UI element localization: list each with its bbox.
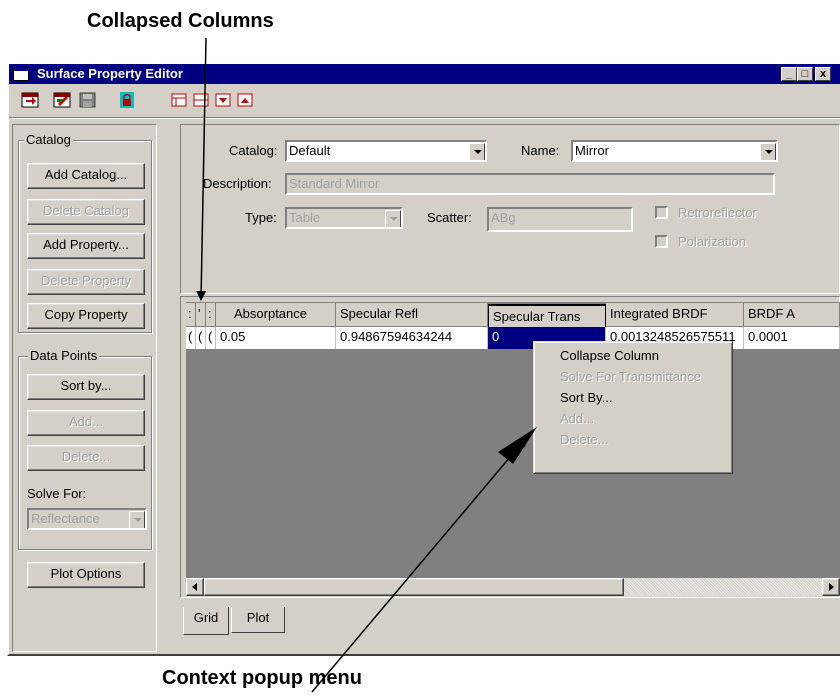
callout-arrows: [196, 37, 537, 693]
collapsed-columns-arrow: [196, 37, 207, 301]
context-menu-arrow-head: [498, 427, 537, 464]
context-menu-arrow: [311, 436, 528, 693]
context-popup-menu-callout: Context popup menu: [162, 667, 362, 689]
